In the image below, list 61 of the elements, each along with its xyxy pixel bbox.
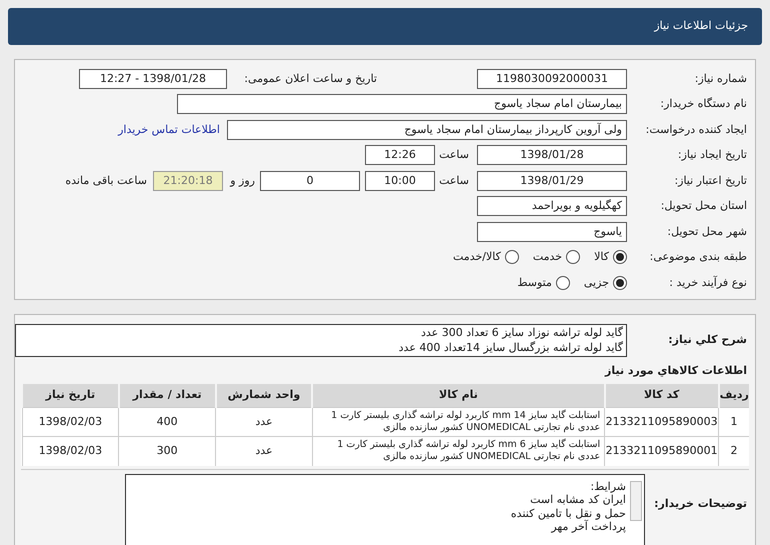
input-field[interactable]: 1398/01/29	[477, 170, 627, 191]
field-label: توضیحات خریدار:	[653, 496, 748, 512]
input-field[interactable]: ولی آروین کارپرداز بیمارستان امام سجاد یاسوج	[227, 120, 627, 140]
field-label: ساعت	[438, 147, 469, 163]
contact-link[interactable]: اطلاعات تماس خریدار	[118, 122, 220, 138]
header-title: جزئیات اطلاعات نیاز	[654, 18, 748, 34]
table-cell: استابلت گاید سایز mm 6 کاربرد لوله تراشه گذاری بلیستر کارت 1 عددی نام تجارتی UNOMEDICAL کشور سازنده مالزی	[312, 436, 605, 466]
radio-option[interactable]: کالا	[594, 249, 627, 266]
field-label: روز و	[228, 172, 255, 189]
radio-option[interactable]: متوسط	[517, 274, 570, 291]
field-label: تاریخ ایجاد نیاز:	[676, 147, 748, 163]
countdown-field: 21:20:18	[153, 170, 223, 191]
table-cell: 2	[718, 436, 749, 466]
table-cell: 1	[718, 408, 749, 436]
notes-line: پرداخت آخر مهر	[550, 520, 626, 534]
input-field[interactable]: کهگیلویه و بویراحمد	[477, 196, 627, 216]
section-title: اطلاعات کالاهاي مورد نياز	[604, 363, 748, 379]
table-cell: 300	[118, 436, 216, 466]
column-header: کد کالا	[604, 384, 719, 408]
radio-option[interactable]: کالا/خدمت	[453, 249, 519, 266]
radio-option[interactable]: خدمت	[532, 249, 580, 266]
column-header: ردیف	[718, 384, 749, 408]
table-cell: 2133211095890003	[604, 408, 719, 436]
field-label: ایجاد کننده درخواست:	[644, 122, 748, 138]
column-header: نام کالا	[312, 384, 605, 408]
input-field[interactable]: یاسوج	[477, 222, 627, 242]
field-label: نام دستگاه خریدار:	[659, 96, 748, 112]
radio-option[interactable]: جزیی	[584, 274, 627, 291]
field-label: شهر محل تحویل:	[666, 224, 748, 240]
table-cell: استابلت گاید سایز mm 14 کاربرد لوله تراشه گذاری بلیستر کارت 1 عددی نام تجارتی UNOMEDICAL کشور سازنده مالزی	[312, 408, 605, 436]
table-cell: 1398/02/03	[22, 408, 119, 436]
table-cell: 1398/02/03	[22, 436, 119, 466]
table-cell: 2133211095890001	[604, 436, 719, 466]
field-label: ساعت باقی مانده	[65, 172, 147, 188]
column-header: تاریخ نیاز	[22, 384, 119, 408]
notes-line: ایران کد مشابه است	[529, 493, 626, 506]
table-cell: 400	[118, 408, 216, 436]
field-label: شماره نیاز:	[694, 70, 748, 87]
table-cell: عدد	[216, 436, 312, 466]
summary-line: گاید لوله تراشه نوزاد سایز 6 تعداد 300 عدد	[420, 325, 623, 340]
field-label: ساعت	[438, 172, 469, 188]
input-field[interactable]: 12:26	[365, 145, 435, 166]
input-field[interactable]: 0	[260, 170, 360, 191]
field-label: شرح کلي نياز:	[667, 332, 748, 348]
input-field[interactable]: 1398/01/28	[477, 145, 627, 166]
field-label: نوع فرآیند خرید :	[668, 274, 748, 291]
field-label: طبقه بندی موضوعی:	[648, 249, 748, 265]
input-field[interactable]: 1198030092000031	[477, 68, 627, 89]
input-field[interactable]: 10:00	[365, 170, 435, 191]
input-field[interactable]: بیمارستان امام سجاد یاسوج	[177, 94, 627, 114]
notes-line: شرایط:	[589, 480, 626, 493]
table-cell: عدد	[216, 408, 312, 436]
input-field[interactable]: 1398/01/28 - 12:27	[79, 68, 227, 89]
column-header: واحد شمارش	[216, 384, 312, 408]
scrollbar	[630, 480, 642, 520]
column-header: تعداد / مقدار	[118, 384, 216, 408]
summary-line: گاید لوله تراشه بزرگسال سایز 14تعداد 400 عدد	[398, 340, 623, 355]
field-label: تاریخ اعتبار نیاز:	[673, 172, 748, 189]
notes-line: حمل و نقل با تامین کننده	[510, 506, 626, 520]
field-label: استان محل تحویل:	[660, 198, 748, 214]
field-label: تاریخ و ساعت اعلان عمومی:	[243, 70, 377, 87]
